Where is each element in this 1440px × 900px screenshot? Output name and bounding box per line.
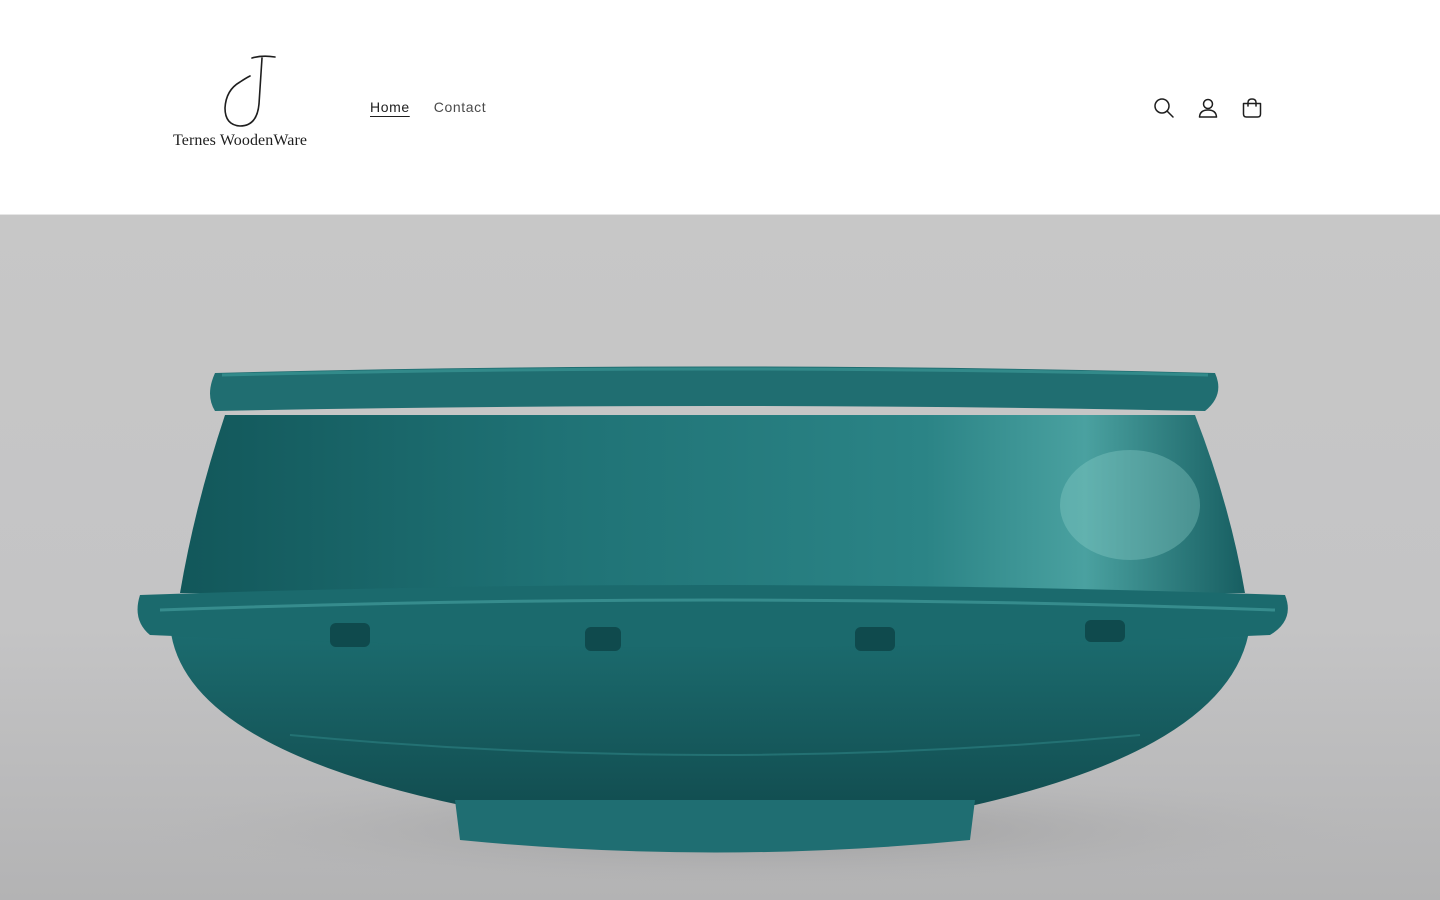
monogram-logo-icon — [224, 55, 276, 127]
nav-item-contact[interactable]: Contact — [422, 94, 498, 120]
main-nav: Home Contact — [358, 94, 498, 120]
hero-bowl-image — [0, 215, 1440, 900]
hero-banner — [0, 215, 1440, 900]
account-icon — [1198, 98, 1218, 118]
nav-item-home[interactable]: Home — [358, 94, 422, 120]
brand-name: Ternes WoodenWare — [173, 132, 308, 149]
site-header: Ternes WoodenWare Home Contact — [0, 0, 1440, 215]
header-icons — [1142, 86, 1274, 130]
account-button[interactable] — [1186, 86, 1230, 130]
cart-button[interactable] — [1230, 86, 1274, 130]
search-icon — [1154, 98, 1174, 118]
brand-logo[interactable]: Ternes WoodenWare — [170, 52, 330, 156]
search-button[interactable] — [1142, 86, 1186, 130]
cart-icon — [1242, 98, 1262, 118]
